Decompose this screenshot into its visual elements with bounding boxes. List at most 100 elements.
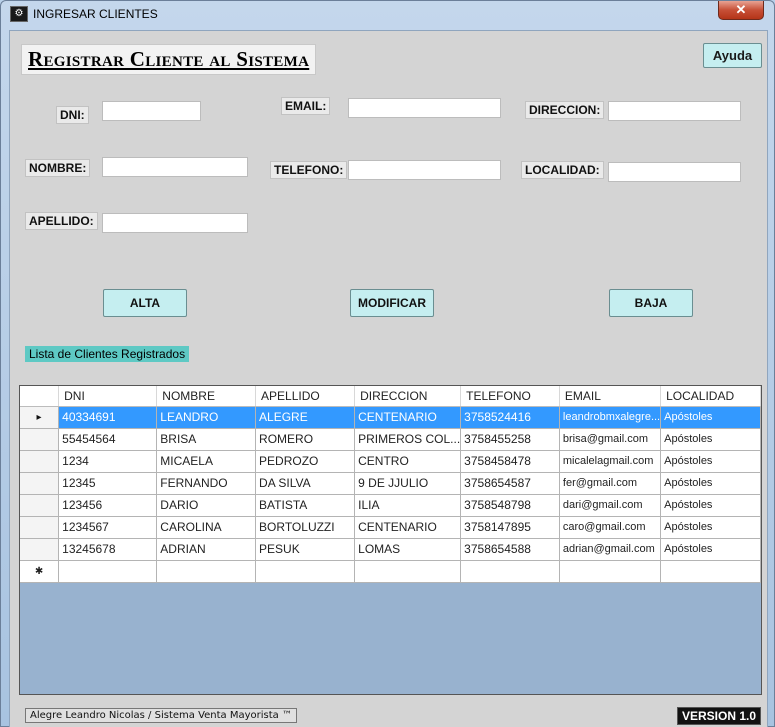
footer-credit: Alegre Leandro Nicolas / Sistema Venta M… (25, 708, 297, 723)
table-row[interactable]: 55454564 BRISA ROMERO PRIMEROS COL... 37… (20, 428, 761, 451)
version-badge: VERSION 1.0 (677, 707, 762, 725)
new-cell[interactable] (559, 560, 662, 583)
table-row[interactable]: 12345 FERNANDO DA SILVA 9 DE JJULIO 3758… (20, 472, 761, 495)
column-header-nombre[interactable]: NOMBRE (156, 386, 257, 407)
cell-apellido[interactable]: ALEGRE (255, 406, 356, 429)
cell-nombre[interactable]: LEANDRO (156, 406, 257, 429)
cell-telefono[interactable]: 3758455258 (460, 428, 560, 451)
table-row[interactable]: ▸ 40334691 LEANDRO ALEGRE CENTENARIO 375… (20, 406, 761, 429)
localidad-label: LOCALIDAD: (521, 161, 604, 179)
help-button[interactable]: Ayuda (703, 43, 762, 68)
new-cell[interactable] (255, 560, 356, 583)
cell-direccion[interactable]: ILIA (354, 494, 462, 517)
new-cell[interactable] (460, 560, 560, 583)
email-label: EMAIL: (281, 97, 331, 115)
cell-dni[interactable]: 40334691 (58, 406, 158, 429)
localidad-field[interactable] (608, 162, 741, 182)
cell-direccion[interactable]: PRIMEROS COL... (354, 428, 462, 451)
direccion-field[interactable] (608, 101, 741, 121)
table-row[interactable]: 13245678 ADRIAN PESUK LOMAS 3758654588 a… (20, 538, 761, 561)
cell-apellido[interactable]: BATISTA (255, 494, 356, 517)
cell-direccion[interactable]: CENTENARIO (354, 406, 462, 429)
row-selector[interactable] (20, 428, 60, 451)
column-header-telefono[interactable]: TELEFONO (460, 386, 560, 407)
row-selector[interactable] (20, 472, 60, 495)
new-cell[interactable] (156, 560, 257, 583)
column-header-apellido[interactable]: APELLIDO (255, 386, 356, 407)
table-row[interactable]: 1234567 CAROLINA BORTOLUZZI CENTENARIO 3… (20, 516, 761, 539)
cell-localidad[interactable]: Apóstoles (660, 406, 761, 429)
cell-localidad[interactable]: Apóstoles (660, 516, 761, 539)
new-cell[interactable] (58, 560, 158, 583)
column-header-dni[interactable]: DNI (58, 386, 158, 407)
row-selector-icon[interactable]: ▸ (20, 406, 60, 429)
page-title: Registrar Cliente al Sistema (21, 44, 317, 75)
cell-localidad[interactable]: Apóstoles (660, 472, 761, 495)
cell-dni[interactable]: 55454564 (58, 428, 158, 451)
cell-apellido[interactable]: DA SILVA (255, 472, 356, 495)
cell-nombre[interactable]: ADRIAN (156, 538, 257, 561)
window-title: INGRESAR CLIENTES (33, 7, 158, 21)
table-row[interactable]: 123456 DARIO BATISTA ILIA 3758548798 dar… (20, 494, 761, 517)
column-header-direccion[interactable]: DIRECCION (354, 386, 462, 407)
cell-localidad[interactable]: Apóstoles (660, 428, 761, 451)
row-selector[interactable] (20, 450, 60, 473)
cell-dni[interactable]: 1234567 (58, 516, 158, 539)
cell-dni[interactable]: 123456 (58, 494, 158, 517)
nombre-field[interactable] (102, 157, 248, 177)
cell-email[interactable]: dari@gmail.com (559, 494, 662, 517)
cell-telefono[interactable]: 3758147895 (460, 516, 560, 539)
cell-direccion[interactable]: CENTENARIO (354, 516, 462, 539)
new-table-row[interactable]: ✱ (20, 560, 761, 583)
cell-email[interactable]: caro@gmail.com (559, 516, 662, 539)
cell-nombre[interactable]: CAROLINA (156, 516, 257, 539)
cell-direccion[interactable]: CENTRO (354, 450, 462, 473)
cell-apellido[interactable]: ROMERO (255, 428, 356, 451)
cell-apellido[interactable]: PEDROZO (255, 450, 356, 473)
close-button[interactable]: ✕ (718, 1, 764, 20)
new-row-icon[interactable]: ✱ (20, 560, 60, 583)
cell-localidad[interactable]: Apóstoles (660, 538, 761, 561)
app-icon: ⚙ (10, 6, 28, 22)
cell-nombre[interactable]: MICAELA (156, 450, 257, 473)
cell-localidad[interactable]: Apóstoles (660, 494, 761, 517)
cell-apellido[interactable]: PESUK (255, 538, 356, 561)
cell-localidad[interactable]: Apóstoles (660, 450, 761, 473)
cell-email[interactable]: brisa@gmail.com (559, 428, 662, 451)
cell-telefono[interactable]: 3758654588 (460, 538, 560, 561)
row-selector[interactable] (20, 494, 60, 517)
cell-email[interactable]: leandrobmxalegre... (559, 406, 662, 429)
cell-direccion[interactable]: 9 DE JJULIO (354, 472, 462, 495)
new-cell[interactable] (660, 560, 761, 583)
cell-nombre[interactable]: DARIO (156, 494, 257, 517)
new-cell[interactable] (354, 560, 462, 583)
row-selector[interactable] (20, 538, 60, 561)
cell-dni[interactable]: 13245678 (58, 538, 158, 561)
cell-apellido[interactable]: BORTOLUZZI (255, 516, 356, 539)
cell-telefono[interactable]: 3758458478 (460, 450, 560, 473)
cell-dni[interactable]: 1234 (58, 450, 158, 473)
table-row[interactable]: 1234 MICAELA PEDROZO CENTRO 3758458478 m… (20, 450, 761, 473)
email-field[interactable] (348, 98, 501, 118)
row-selector[interactable] (20, 516, 60, 539)
cell-email[interactable]: adrian@gmail.com (559, 538, 662, 561)
cell-telefono[interactable]: 3758654587 (460, 472, 560, 495)
cell-email[interactable]: fer@gmail.com (559, 472, 662, 495)
dni-field[interactable] (102, 101, 201, 121)
cell-telefono[interactable]: 3758548798 (460, 494, 560, 517)
title-bar[interactable]: ⚙ INGRESAR CLIENTES ✕ (1, 1, 774, 29)
cell-nombre[interactable]: FERNANDO (156, 472, 257, 495)
baja-button[interactable]: BAJA (609, 289, 693, 317)
telefono-field[interactable] (348, 160, 501, 180)
apellido-field[interactable] (102, 213, 248, 233)
column-header-localidad[interactable]: LOCALIDAD (660, 386, 761, 407)
modificar-button[interactable]: MODIFICAR (350, 289, 434, 317)
alta-button[interactable]: ALTA (103, 289, 187, 317)
cell-dni[interactable]: 12345 (58, 472, 158, 495)
clients-grid[interactable]: DNI NOMBRE APELLIDO DIRECCION TELEFONO E… (19, 385, 762, 695)
cell-direccion[interactable]: LOMAS (354, 538, 462, 561)
column-header-email[interactable]: EMAIL (559, 386, 662, 407)
cell-telefono[interactable]: 3758524416 (460, 406, 560, 429)
cell-nombre[interactable]: BRISA (156, 428, 257, 451)
cell-email[interactable]: micalelagmail.com (559, 450, 662, 473)
